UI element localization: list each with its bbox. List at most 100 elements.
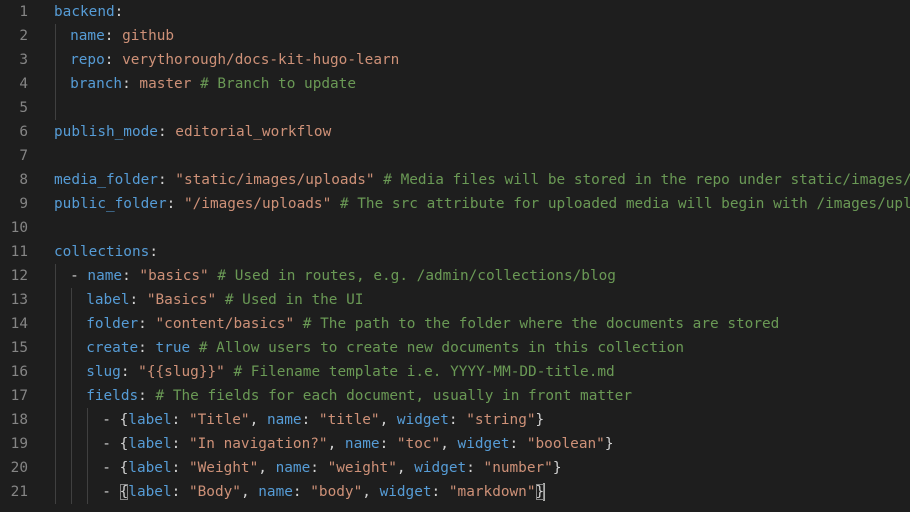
yaml-key: slug <box>86 364 121 380</box>
yaml-key: repo <box>70 52 105 68</box>
yaml-punctuation: : <box>138 316 156 332</box>
yaml-punctuation: } <box>535 412 545 428</box>
line-number: 7 <box>19 148 28 164</box>
yaml-punctuation: , <box>379 412 397 428</box>
yaml-punctuation: , <box>327 436 345 452</box>
yaml-punctuation: : <box>138 388 156 404</box>
yaml-key: fields <box>86 388 139 404</box>
yaml-punctuation: : <box>379 436 397 452</box>
code-line[interactable]: 18 - {label: "Title", name: "title", widg… <box>0 408 910 432</box>
yaml-string: "static/images/uploads" <box>175 172 375 188</box>
line-content: repo: verythorough/docs-kit-hugo-learn <box>70 48 399 72</box>
indent-guide <box>71 408 73 432</box>
line-number: 8 <box>19 172 28 188</box>
yaml-comment: # The fields for each document, usually … <box>155 388 633 404</box>
code-line[interactable]: 15 create: true # Allow users to create n… <box>0 336 910 360</box>
code-line[interactable]: 12 - name: "basics" # Used in routes, e.g… <box>0 264 910 288</box>
code-line[interactable]: 11 collections: <box>0 240 910 264</box>
line-number: 20 <box>10 460 28 476</box>
yaml-string: "Title" <box>188 412 250 428</box>
line-number: 1 <box>19 4 28 20</box>
code-line[interactable]: 1 backend: <box>0 0 910 24</box>
indent-guide <box>55 432 56 456</box>
code-line[interactable]: 14 folder: "content/basics" # The path to… <box>0 312 910 336</box>
yaml-punctuation: , <box>396 460 415 476</box>
code-line[interactable]: 7 <box>0 144 910 168</box>
line-content: collections: <box>54 240 158 264</box>
code-line[interactable]: 19 - {label: "In navigation?", name: "toc… <box>0 432 910 456</box>
indent-guide <box>55 24 56 48</box>
code-line[interactable]: 10 <box>0 216 910 240</box>
code-line[interactable]: 4 branch: master # Branch to update <box>0 72 910 96</box>
yaml-punctuation: : <box>171 436 189 452</box>
yaml-key: name <box>275 460 311 476</box>
yaml-boolean: true <box>155 340 191 356</box>
indent-guide <box>55 360 56 384</box>
indent-guide <box>71 360 73 384</box>
code-line[interactable]: 21 - {label: "Body", name: "body", widget… <box>0 480 910 504</box>
indent-guide <box>71 312 73 336</box>
code-line[interactable]: 9 public_folder: "/images/uploads" # The … <box>0 192 910 216</box>
line-number: 6 <box>19 124 28 140</box>
code-line[interactable]: 6 publish_mode: editorial_workflow <box>0 120 910 144</box>
yaml-punctuation: : <box>171 484 189 500</box>
yaml-punctuation: : <box>301 412 319 428</box>
yaml-key: label <box>128 436 172 452</box>
yaml-punctuation: : <box>104 28 123 44</box>
line-content: fields: # The fields for each document, … <box>86 384 632 408</box>
yaml-key: label <box>86 292 130 308</box>
bracket-match-highlight: { <box>119 484 129 500</box>
yaml-punctuation: - <box>70 268 88 284</box>
yaml-punctuation: , <box>362 484 380 500</box>
yaml-key: label <box>128 460 172 476</box>
indent-guide <box>71 480 73 504</box>
indent-guide <box>71 432 73 456</box>
code-line[interactable]: 20 - {label: "Weight", name: "weight", wi… <box>0 456 910 480</box>
code-line[interactable]: 17 fields: # The fields for each document… <box>0 384 910 408</box>
indent-guide <box>55 336 56 360</box>
yaml-punctuation: : <box>122 268 140 284</box>
yaml-punctuation: : <box>138 340 156 356</box>
yaml-string: verythorough/docs-kit-hugo-learn <box>122 52 400 68</box>
indent-guide <box>55 72 56 96</box>
yaml-string: "markdown" <box>448 484 536 500</box>
yaml-comment: # Allow users to create new documents in… <box>198 340 685 356</box>
yaml-string: "boolean" <box>526 436 605 452</box>
yaml-string: github <box>122 28 175 44</box>
line-content: - {label: "Weight", name: "weight", widg… <box>102 456 561 480</box>
indent-guide <box>55 96 56 120</box>
yaml-comment: # Media files will be stored in the repo… <box>383 172 910 188</box>
yaml-punctuation: : <box>448 412 467 428</box>
indent-guide <box>55 312 56 336</box>
line-number: 2 <box>19 28 28 44</box>
yaml-punctuation: , <box>240 484 259 500</box>
yaml-string: "body" <box>310 484 363 500</box>
line-number: 16 <box>10 364 28 380</box>
yaml-key: name <box>70 28 105 44</box>
indent-guide <box>55 264 56 288</box>
yaml-punctuation: } <box>604 436 614 452</box>
yaml-punctuation: : <box>166 196 184 212</box>
yaml-key: media_folder <box>54 172 158 188</box>
yaml-key: widget <box>414 460 467 476</box>
line-content: - {label: "In navigation?", name: "toc",… <box>102 432 613 456</box>
yaml-key: create <box>86 340 139 356</box>
code-editor[interactable]: 1 backend: 2 name: github 3 repo: verythoroug… <box>0 0 910 512</box>
code-line[interactable]: 5 <box>0 96 910 120</box>
line-number: 21 <box>10 484 28 500</box>
code-line[interactable]: 16 slug: "{{slug}}" # Filename template i… <box>0 360 910 384</box>
yaml-string: "toc" <box>396 436 441 452</box>
indent-guide <box>87 480 89 504</box>
code-line[interactable]: 2 name: github <box>0 24 910 48</box>
yaml-punctuation: : <box>310 460 328 476</box>
yaml-string: "Body" <box>188 484 241 500</box>
code-line[interactable]: 8 media_folder: "static/images/uploads" #… <box>0 168 910 192</box>
line-number: 5 <box>19 100 28 116</box>
yaml-string: "/images/uploads" <box>183 196 332 212</box>
yaml-comment: # Filename template i.e. YYYY-MM-DD-titl… <box>233 364 615 380</box>
indent-guide <box>55 456 56 480</box>
code-line[interactable]: 13 label: "Basics" # Used in the UI <box>0 288 910 312</box>
code-line[interactable]: 3 repo: verythorough/docs-kit-hugo-learn <box>0 48 910 72</box>
line-number: 15 <box>10 340 28 356</box>
line-number: 9 <box>19 196 28 212</box>
